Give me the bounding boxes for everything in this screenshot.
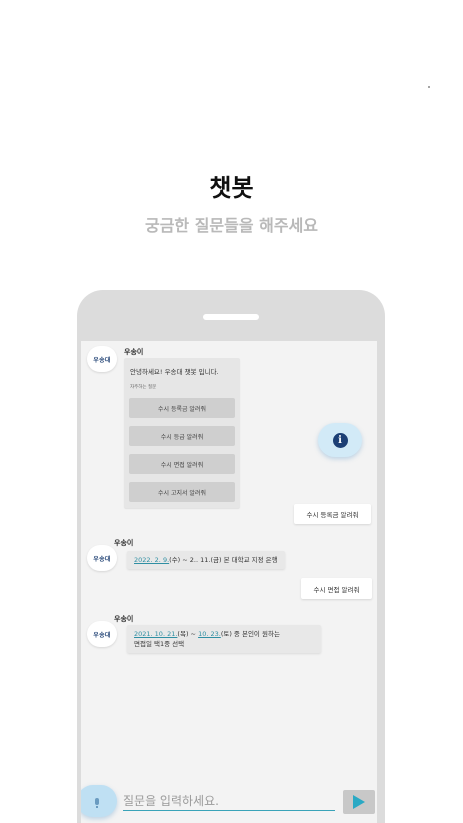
bot-avatar: 우송대 bbox=[87, 545, 117, 571]
date-link[interactable]: 2021. 10. 21. bbox=[134, 630, 177, 638]
faq-option-grade[interactable]: 수시 등급 알려줘 bbox=[129, 426, 235, 446]
reply-text: (수) ~ 2.. 11.(금) 본 대학교 지정 은행 bbox=[169, 556, 278, 564]
bot-reply: 2021. 10. 21.(목) ~ 10. 23.(토) 중 본인이 원하는 … bbox=[127, 625, 321, 653]
faq-label: 자주하는 질문 bbox=[130, 385, 157, 390]
send-icon bbox=[353, 795, 365, 809]
send-button[interactable] bbox=[343, 790, 375, 814]
bot-name: 우송이 bbox=[124, 348, 144, 356]
reply-text: (목) ~ bbox=[177, 630, 199, 638]
voice-input-button[interactable] bbox=[81, 785, 117, 817]
message-input[interactable] bbox=[123, 792, 335, 811]
user-message: 수시 등록금 알려줘 bbox=[294, 504, 371, 524]
bot-name: 우송이 bbox=[114, 539, 134, 547]
date-link[interactable]: 10. 23. bbox=[198, 630, 221, 638]
page-subtitle: 궁금한 질문들을 해주세요 bbox=[144, 216, 319, 235]
chat-screen[interactable]: 우송대 우송이 안녕하세요! 우송대 챗봇 입니다. 자주하는 질문 수시 등록… bbox=[81, 341, 377, 823]
user-message: 수시 면접 알려줘 bbox=[301, 578, 372, 599]
reply-text: 면접일 택1중 선택 bbox=[134, 640, 185, 648]
phone-frame: 우송대 우송이 안녕하세요! 우송대 챗봇 입니다. 자주하는 질문 수시 등록… bbox=[77, 290, 385, 823]
info-icon: i bbox=[332, 432, 348, 448]
logo-icon: 우송대 bbox=[93, 356, 111, 364]
faq-option-tuition[interactable]: 수시 등록금 알려줘 bbox=[129, 398, 235, 418]
greeting-text: 안녕하세요! 우송대 챗봇 입니다. bbox=[130, 368, 219, 376]
microphone-icon bbox=[95, 797, 99, 808]
logo-icon: 우송대 bbox=[93, 555, 111, 563]
status-dot bbox=[428, 86, 430, 88]
bot-avatar: 우송대 bbox=[87, 346, 117, 372]
reply-text: (토) 중 본인이 원하는 bbox=[220, 630, 280, 638]
info-button[interactable]: i bbox=[318, 423, 362, 457]
bot-reply: 2022. 2. 9.(수) ~ 2.. 11.(금) 본 대학교 지정 은행 bbox=[127, 551, 285, 569]
phone-speaker bbox=[203, 314, 259, 320]
logo-icon: 우송대 bbox=[93, 631, 111, 639]
faq-option-invoice[interactable]: 수시 고지서 알려줘 bbox=[129, 482, 235, 502]
welcome-card: 안녕하세요! 우송대 챗봇 입니다. 자주하는 질문 수시 등록금 알려줘 수시… bbox=[124, 358, 240, 508]
date-link[interactable]: 2022. 2. 9. bbox=[134, 556, 169, 564]
faq-option-interview[interactable]: 수시 면접 알려줘 bbox=[129, 454, 235, 474]
bot-avatar: 우송대 bbox=[87, 621, 117, 647]
bot-name: 우송이 bbox=[114, 615, 134, 623]
page-title: 챗봇 bbox=[209, 174, 254, 202]
